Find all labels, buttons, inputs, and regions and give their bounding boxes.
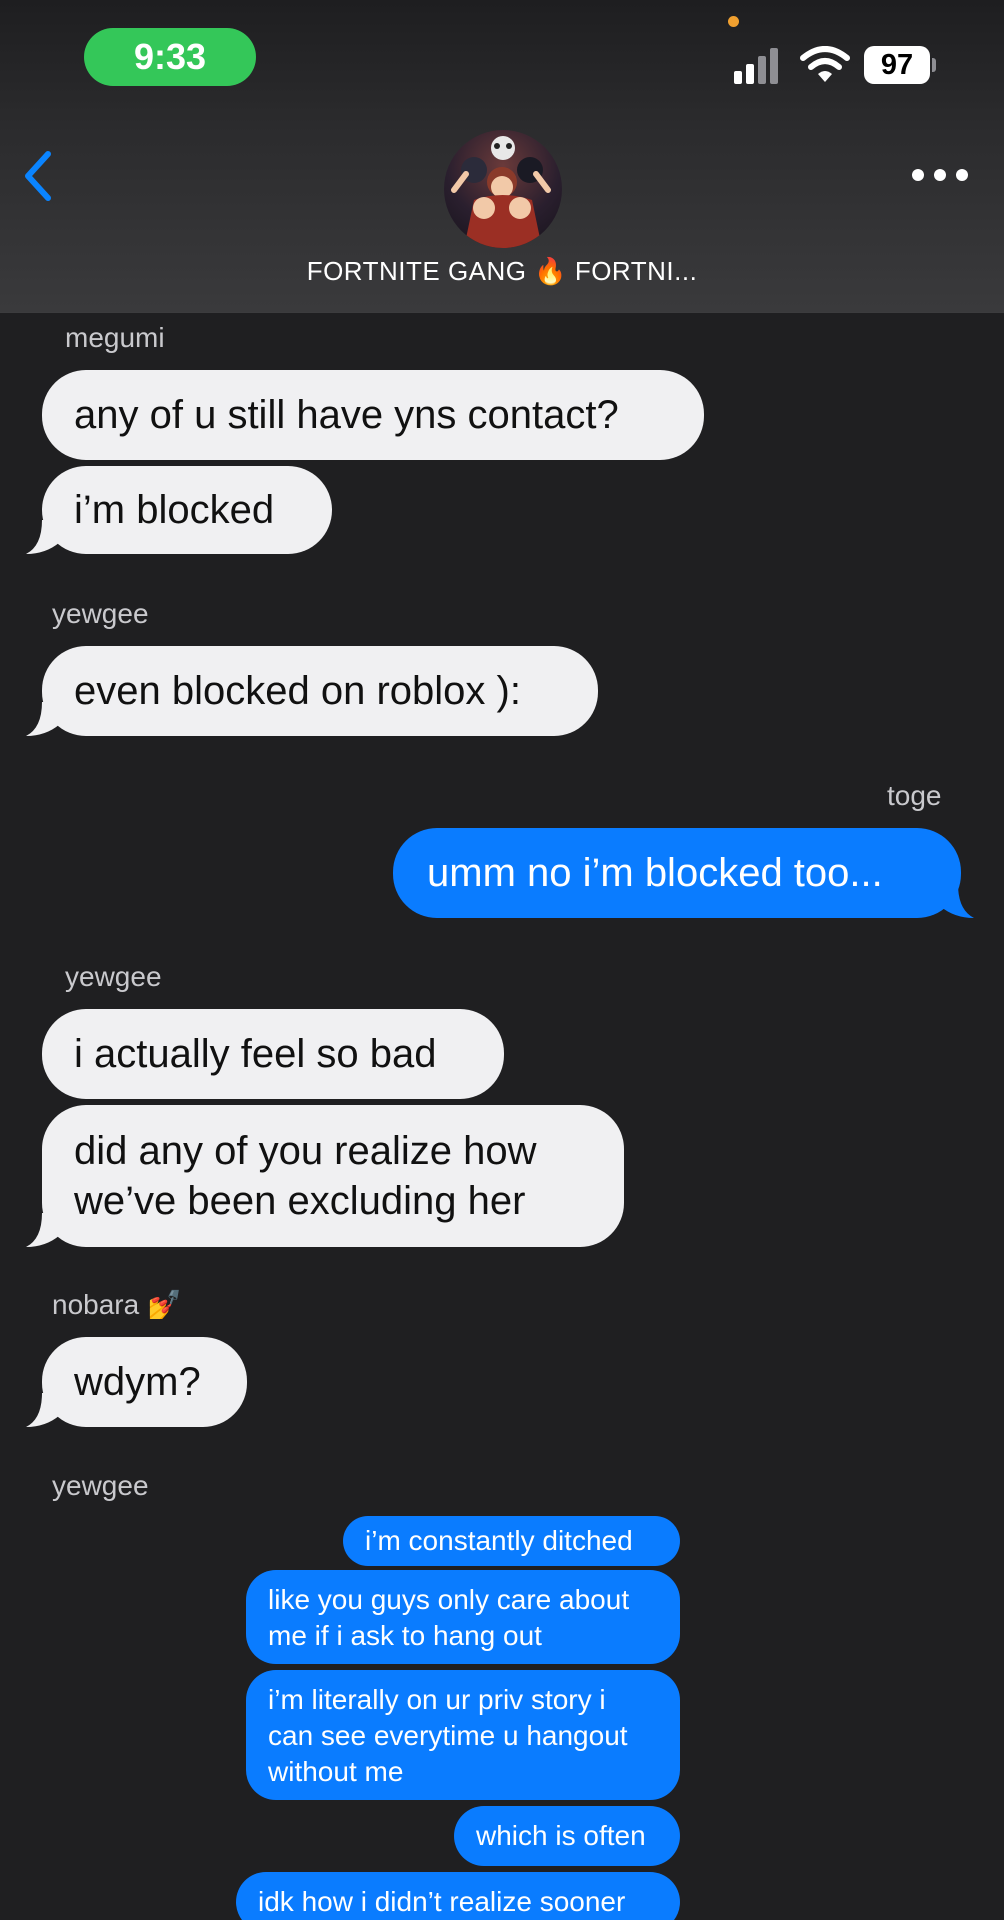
embedded-message-bubble: which is often xyxy=(454,1806,680,1866)
bubble-tail xyxy=(26,520,60,554)
battery-tip-icon xyxy=(932,58,936,72)
wifi-icon xyxy=(800,46,850,82)
sender-name: nobara 💅 xyxy=(52,1289,182,1320)
cellular-signal-icon xyxy=(734,48,782,84)
sender-name: yewgee xyxy=(52,1470,149,1501)
battery-level: 97 xyxy=(864,46,930,84)
status-time[interactable]: 9:33 xyxy=(84,28,256,86)
sender-name: yewgee xyxy=(52,598,149,629)
embedded-message-bubble: idk how i didn’t realize sooner xyxy=(236,1872,680,1920)
back-chevron-icon[interactable] xyxy=(18,148,58,204)
embedded-message-bubble: like you guys only care about me if i as… xyxy=(246,1570,680,1664)
imessage-screen: 9:33 97 FORTNITE GANG 🔥 FORTNI... megumi… xyxy=(0,0,1004,1920)
privacy-indicator-dot xyxy=(728,16,739,27)
sender-name: toge xyxy=(887,780,942,811)
bubble-tail xyxy=(26,1213,60,1247)
sender-name: megumi xyxy=(65,322,165,353)
message-bubble[interactable]: i’m blocked xyxy=(42,466,332,554)
bubble-tail xyxy=(26,702,60,736)
message-bubble[interactable]: did any of you realize how we’ve been ex… xyxy=(42,1105,624,1247)
message-bubble[interactable]: any of u still have yns contact? xyxy=(42,370,704,460)
group-avatar[interactable] xyxy=(444,130,562,248)
bubble-tail xyxy=(940,884,974,918)
embedded-message-bubble: i’m constantly ditched xyxy=(343,1516,680,1566)
embedded-message-bubble: i’m literally on ur priv story i can see… xyxy=(246,1670,680,1800)
message-bubble[interactable]: wdym? xyxy=(42,1337,247,1427)
more-options-icon[interactable] xyxy=(912,160,968,190)
sender-name: yewgee xyxy=(65,961,162,992)
group-avatar-illustration xyxy=(451,136,551,248)
message-bubble[interactable]: i actually feel so bad xyxy=(42,1009,504,1099)
bubble-tail xyxy=(26,1393,60,1427)
message-bubble[interactable]: umm no i’m blocked too... xyxy=(393,828,961,918)
group-name[interactable]: FORTNITE GANG 🔥 FORTNI... xyxy=(0,256,1004,287)
message-bubble[interactable]: even blocked on roblox ): xyxy=(42,646,598,736)
status-bar: 9:33 97 xyxy=(0,0,1004,110)
